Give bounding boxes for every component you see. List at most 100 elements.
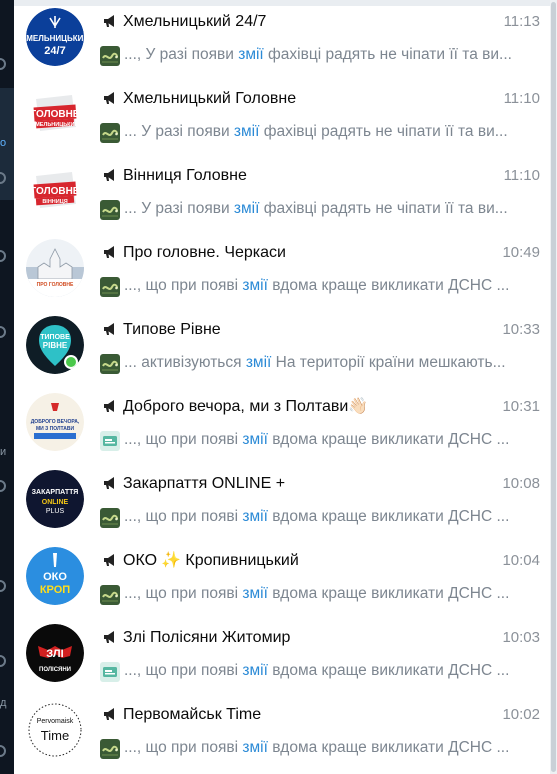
search-highlight: змії [245, 354, 272, 371]
avatar-text: ХМЕЛЬНИЦЬКИЙ [26, 34, 84, 43]
avatar-text: МИ З ПОЛТАВИ [36, 426, 74, 432]
search-highlight: змії [238, 46, 264, 63]
preview-text: ... У разі появи [124, 200, 234, 217]
chat-title: Хмельницький Головне [123, 88, 473, 110]
chat-row[interactable]: ТИПОВЕ РІВНЕ Типове Рівне 10:33 ... активізу… [14, 308, 550, 385]
channel-avatar[interactable]: ТИПОВЕ РІВНЕ [26, 316, 84, 374]
avatar-text: ГОЛОВНЕ [31, 186, 80, 197]
message-time: 11:10 [503, 90, 540, 107]
folder-icon[interactable] [0, 250, 6, 262]
chat-row[interactable]: ДОБРОГО ВЕЧОРА, МИ З ПОЛТАВИ Доброго вечор… [14, 385, 550, 462]
channel-avatar[interactable]: ЗАКАРПАТТЯ ONLINE PLUS [26, 470, 84, 528]
channel-avatar[interactable]: ОКО КРОП [26, 547, 84, 605]
channel-avatar[interactable]: ХМЕЛЬНИЦЬКИЙ 24/7 [26, 8, 84, 66]
folder-icon[interactable] [0, 745, 6, 757]
avatar-image: ПРО ГОЛОВНЕ [26, 239, 84, 297]
avatar-text: PLUS [46, 508, 65, 515]
thumbnail-image [100, 662, 120, 682]
folder-icon[interactable] [0, 480, 6, 492]
channel-avatar[interactable]: ДОБРОГО ВЕЧОРА, МИ З ПОЛТАВИ [26, 393, 84, 451]
message-time: 10:31 [502, 398, 540, 415]
chat-title: Хмельницький 24/7 [123, 11, 473, 33]
chat-row[interactable]: Pervomaisk Time Первомайськ Time 10:02 ..., … [14, 693, 550, 770]
search-highlight: змії [242, 585, 268, 602]
avatar-text: ПОЛІСЯНИ [39, 667, 71, 673]
chat-title-text: Вінниця Головне [123, 167, 247, 184]
preview-text: ... У разі появи [124, 123, 234, 140]
message-media-thumbnail [100, 431, 120, 451]
avatar-text: ВІННИЦЯ [42, 199, 67, 205]
chat-title-text: Типове Рівне [123, 321, 221, 338]
channel-avatar[interactable]: Pervomaisk Time [26, 701, 84, 759]
folder-icon[interactable] [0, 580, 6, 592]
folder-icon[interactable] [0, 58, 6, 70]
scrollbar[interactable] [550, 0, 557, 774]
avatar-image: ТИПОВЕРІВНЕ [26, 316, 84, 374]
chat-row[interactable]: ЗЛІ ПОЛІСЯНИ Злі Полісяни Житомир 10:03...,… [14, 616, 550, 693]
preview-text: фахівці радять не чіпати її та ви... [259, 200, 508, 217]
message-preview: ..., У разі появи змії фахівці радять не… [124, 44, 544, 66]
avatar-image: ОКОКРОП [26, 547, 84, 605]
chat-row[interactable]: ГОЛОВНЕ ХМЕЛЬНИЦЬКИЙ Хмельницький Головне 1… [14, 77, 550, 154]
message-time: 10:03 [502, 629, 540, 646]
chat-row[interactable]: ПРО ГОЛОВНЕ Про головне. Черкаси 10:49...,… [14, 231, 550, 308]
message-time: 10:08 [502, 475, 540, 492]
channel-avatar[interactable]: ЗЛІ ПОЛІСЯНИ [26, 624, 84, 682]
chat-title-text: Закарпаття ONLINE + [123, 475, 286, 492]
channel-megaphone-icon [104, 15, 114, 27]
chat-title: Про головне. Черкаси [123, 242, 473, 264]
thumbnail-image [100, 585, 120, 605]
channel-megaphone-icon [104, 92, 114, 104]
folder-icon[interactable] [0, 326, 6, 338]
avatar-text: ОКО [43, 571, 67, 583]
chat-title-text: Кропивницький [180, 552, 299, 569]
message-media-thumbnail [100, 508, 120, 528]
chat-title-text: ОКО [123, 552, 158, 569]
search-highlight: змії [242, 508, 268, 525]
scrollbar-thumb[interactable] [551, 2, 556, 772]
chat-row[interactable]: ОКО КРОП ОКО ✨ Кропивницький 10:04..., що пр… [14, 539, 550, 616]
chat-title-text: Злі Полісяни Житомир [123, 629, 291, 646]
channel-megaphone-icon [104, 169, 114, 181]
thumbnail-image [100, 508, 120, 528]
message-preview: ... активізуються змії На території краї… [124, 352, 544, 374]
avatar-text: ONLINE [42, 499, 69, 506]
chat-title: Злі Полісяни Житомир [123, 627, 473, 649]
channel-megaphone-icon [104, 477, 114, 489]
avatar-image: Pervomaisk Time [26, 701, 84, 759]
preview-text: На території країни мешкають... [271, 354, 506, 371]
message-media-thumbnail [100, 123, 120, 143]
channel-megaphone-icon [104, 246, 114, 258]
message-time: 10:49 [502, 244, 540, 261]
chat-title: Типове Рівне [123, 319, 473, 341]
chat-row[interactable]: ЗАКАРПАТТЯ ONLINE PLUS Закарпаття ONLINE + 1… [14, 462, 550, 539]
message-preview: ... У разі появи змії фахівці радять не … [124, 121, 544, 143]
chat-title-text: Первомайськ Time [123, 706, 262, 723]
avatar-text: ЗАКАРПАТТЯ [32, 489, 79, 496]
chat-title-text: Хмельницький 24/7 [123, 13, 267, 30]
preview-text: ..., що при появі [124, 662, 243, 679]
thumbnail-image [100, 277, 120, 297]
chat-row[interactable]: ХМЕЛЬНИЦЬКИЙ 24/7 Хмельницький 24/7 11:13..… [14, 0, 550, 77]
avatar-image: ГОЛОВНЕХМЕЛЬНИЦЬКИЙ [26, 85, 84, 143]
channel-megaphone-icon [104, 554, 114, 566]
chat-row[interactable]: ГОЛОВНЕ ВІННИЦЯ Вінниця Головне 11:10 ... У … [14, 154, 550, 231]
chat-title-text: Доброго вечора, ми з Полтави [123, 398, 349, 415]
preview-text: ..., що при появі [124, 277, 243, 294]
chat-title: Доброго вечора, ми з Полтави👋🏻 [123, 396, 473, 418]
message-time: 11:10 [503, 167, 540, 184]
message-media-thumbnail [100, 277, 120, 297]
preview-text: ..., У разі появи [124, 46, 239, 63]
channel-avatar[interactable]: ГОЛОВНЕ ХМЕЛЬНИЦЬКИЙ [26, 85, 84, 143]
channel-megaphone-icon [104, 323, 114, 335]
preview-text: вдома краще викликати ДСНС ... [267, 739, 510, 756]
chat-list[interactable]: ХМЕЛЬНИЦЬКИЙ 24/7 Хмельницький 24/7 11:13..… [14, 0, 550, 774]
avatar-image: ГОЛОВНЕ ВІННИЦЯ [26, 162, 84, 220]
avatar-image: ЗЛІ ПОЛІСЯНИ [26, 624, 84, 682]
folder-icon[interactable] [0, 655, 6, 667]
chat-title: Закарпаття ONLINE + [123, 473, 473, 495]
avatar-text: ХМЕЛЬНИЦЬКИЙ [32, 120, 79, 128]
message-preview: ..., що при появі змії вдома краще викли… [124, 660, 544, 682]
channel-avatar[interactable]: ПРО ГОЛОВНЕ [26, 239, 84, 297]
channel-avatar[interactable]: ГОЛОВНЕ ВІННИЦЯ [26, 162, 84, 220]
